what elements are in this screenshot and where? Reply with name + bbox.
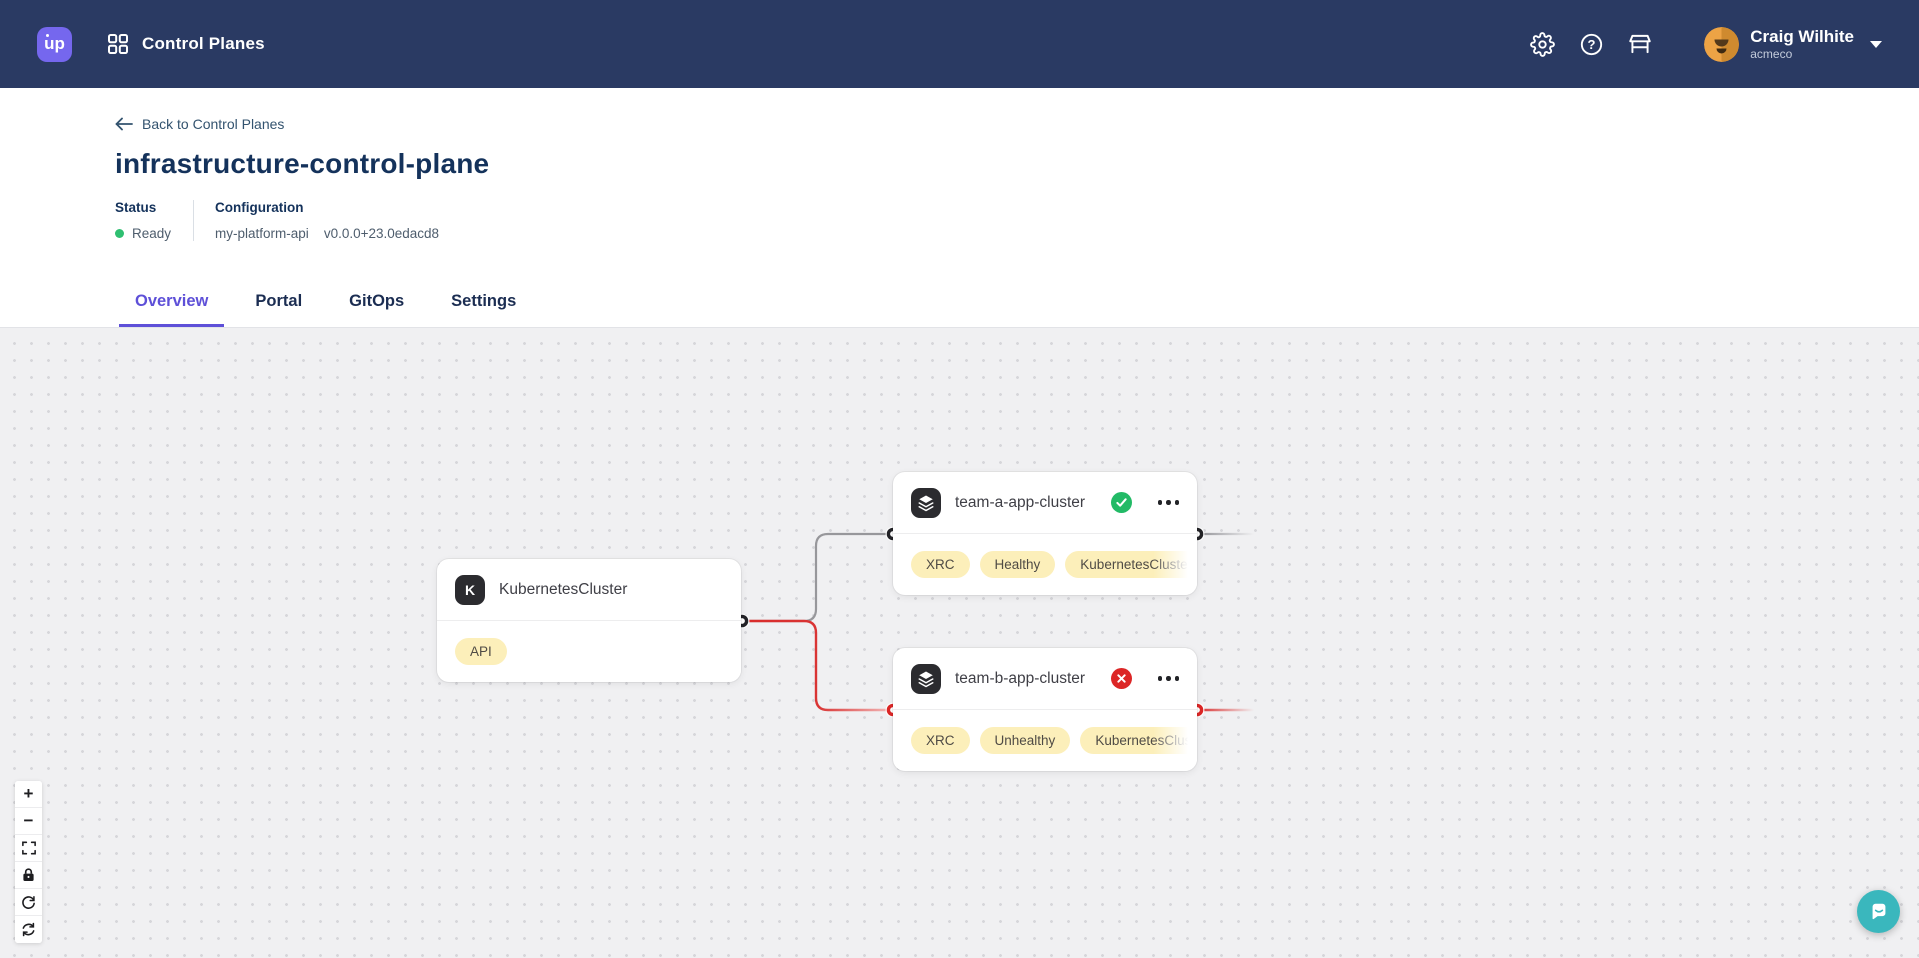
- node-kubernetescluster[interactable]: K KubernetesCluster API: [437, 559, 741, 682]
- tag-fade: [1153, 710, 1197, 771]
- node-title: team-b-app-cluster: [955, 670, 1097, 688]
- tag-unhealthy: Unhealthy: [980, 727, 1071, 754]
- configuration-label: Configuration: [215, 200, 439, 215]
- node-icon-letter: K: [465, 582, 475, 598]
- node-menu-button[interactable]: [1158, 500, 1180, 505]
- node-menu-button[interactable]: [1158, 676, 1180, 681]
- status-label: Status: [115, 200, 171, 215]
- zoom-in-icon: +: [24, 784, 34, 804]
- tab-overview[interactable]: Overview: [119, 292, 224, 327]
- control-plane-detail-page: up Control Planes: [0, 0, 1919, 958]
- node-header: K KubernetesCluster: [437, 559, 741, 621]
- reset-view-button[interactable]: [15, 889, 42, 916]
- user-text: Craig Wilhite acmeco: [1750, 28, 1854, 60]
- svg-text:?: ?: [1587, 37, 1595, 52]
- top-navbar: up Control Planes: [0, 0, 1919, 88]
- node-title: KubernetesCluster: [499, 581, 723, 599]
- canvas-controls: + −: [15, 781, 42, 943]
- zoom-out-button[interactable]: −: [15, 808, 42, 835]
- user-menu[interactable]: Craig Wilhite acmeco: [1704, 27, 1882, 62]
- tab-settings[interactable]: Settings: [435, 292, 532, 327]
- layers-icon: [911, 664, 941, 694]
- nav-title-group: Control Planes: [105, 31, 265, 57]
- tag-fade: [1153, 534, 1197, 595]
- help-icon[interactable]: ?: [1578, 31, 1604, 57]
- settings-gear-icon[interactable]: [1529, 31, 1555, 57]
- node-tags: API: [437, 621, 741, 682]
- edge-kc-to-team-a: [742, 534, 893, 621]
- avatar: [1704, 27, 1739, 62]
- node-title: team-a-app-cluster: [955, 494, 1097, 512]
- lock-button[interactable]: [15, 862, 42, 889]
- fit-view-icon: [22, 841, 36, 855]
- chat-bubble-icon: [1868, 901, 1890, 923]
- fit-view-button[interactable]: [15, 835, 42, 862]
- arrow-left-icon: [115, 117, 133, 131]
- edge-kc-to-team-b: [742, 621, 893, 710]
- app-title: Control Planes: [142, 34, 265, 54]
- configuration-version: v0.0.0+23.0edacd8: [324, 226, 439, 241]
- status-value: Ready: [132, 226, 171, 241]
- resource-graph-canvas[interactable]: K KubernetesCluster API team-a-app-: [0, 327, 1919, 958]
- configuration-block: Configuration my-platform-api v0.0.0+23.…: [215, 200, 439, 241]
- node-header: team-a-app-cluster: [893, 472, 1197, 534]
- configuration-name: my-platform-api: [215, 226, 309, 241]
- zoom-out-icon: −: [24, 811, 34, 831]
- chevron-down-icon[interactable]: [1870, 41, 1882, 48]
- refresh-icon: [21, 922, 36, 937]
- back-link[interactable]: Back to Control Planes: [115, 116, 284, 132]
- kubernetes-icon: K: [455, 575, 485, 605]
- chat-launcher-button[interactable]: [1857, 890, 1900, 933]
- rotate-icon: [21, 895, 36, 910]
- logo-dot: [46, 34, 49, 37]
- unhealthy-badge-icon: [1111, 668, 1132, 689]
- node-team-a-app-cluster[interactable]: team-a-app-cluster XRC Healthy Kubernete…: [893, 472, 1197, 595]
- refresh-layout-button[interactable]: [15, 916, 42, 943]
- node-tags: XRC Unhealthy KubernetesCluster: [893, 710, 1197, 771]
- zoom-in-button[interactable]: +: [15, 781, 42, 808]
- tag-xrc: XRC: [911, 551, 970, 578]
- status-block: Status Ready: [115, 200, 171, 241]
- tab-gitops[interactable]: GitOps: [333, 292, 420, 327]
- tag-api: API: [455, 638, 507, 665]
- nav-right-group: ?: [1529, 27, 1882, 62]
- tag-healthy: Healthy: [980, 551, 1056, 578]
- node-header: team-b-app-cluster: [893, 648, 1197, 710]
- page-header: Back to Control Planes infrastructure-co…: [0, 88, 1919, 327]
- tab-bar: Overview Portal GitOps Settings: [119, 292, 532, 327]
- node-team-b-app-cluster[interactable]: team-b-app-cluster XRC Unhealthy Kuberne…: [893, 648, 1197, 771]
- tab-portal[interactable]: Portal: [239, 292, 318, 327]
- back-link-label: Back to Control Planes: [142, 116, 284, 132]
- app-grid-icon[interactable]: [105, 31, 131, 57]
- page-title: infrastructure-control-plane: [115, 148, 1919, 180]
- lock-icon: [22, 868, 35, 882]
- meta-divider: [193, 200, 194, 241]
- user-org: acmeco: [1750, 48, 1854, 61]
- status-ready-dot: [115, 229, 124, 238]
- logo-text: up: [44, 34, 65, 54]
- healthy-badge-icon: [1111, 492, 1132, 513]
- user-name: Craig Wilhite: [1750, 28, 1854, 46]
- tag-xrc: XRC: [911, 727, 970, 754]
- node-tags: XRC Healthy KubernetesCluster: [893, 534, 1197, 595]
- tag-fade: [697, 621, 741, 682]
- graph-edges: [0, 328, 1919, 958]
- meta-row: Status Ready Configuration my-platform-a…: [115, 200, 1919, 241]
- upbound-logo[interactable]: up: [37, 27, 72, 62]
- marketplace-icon[interactable]: [1627, 31, 1653, 57]
- layers-icon: [911, 488, 941, 518]
